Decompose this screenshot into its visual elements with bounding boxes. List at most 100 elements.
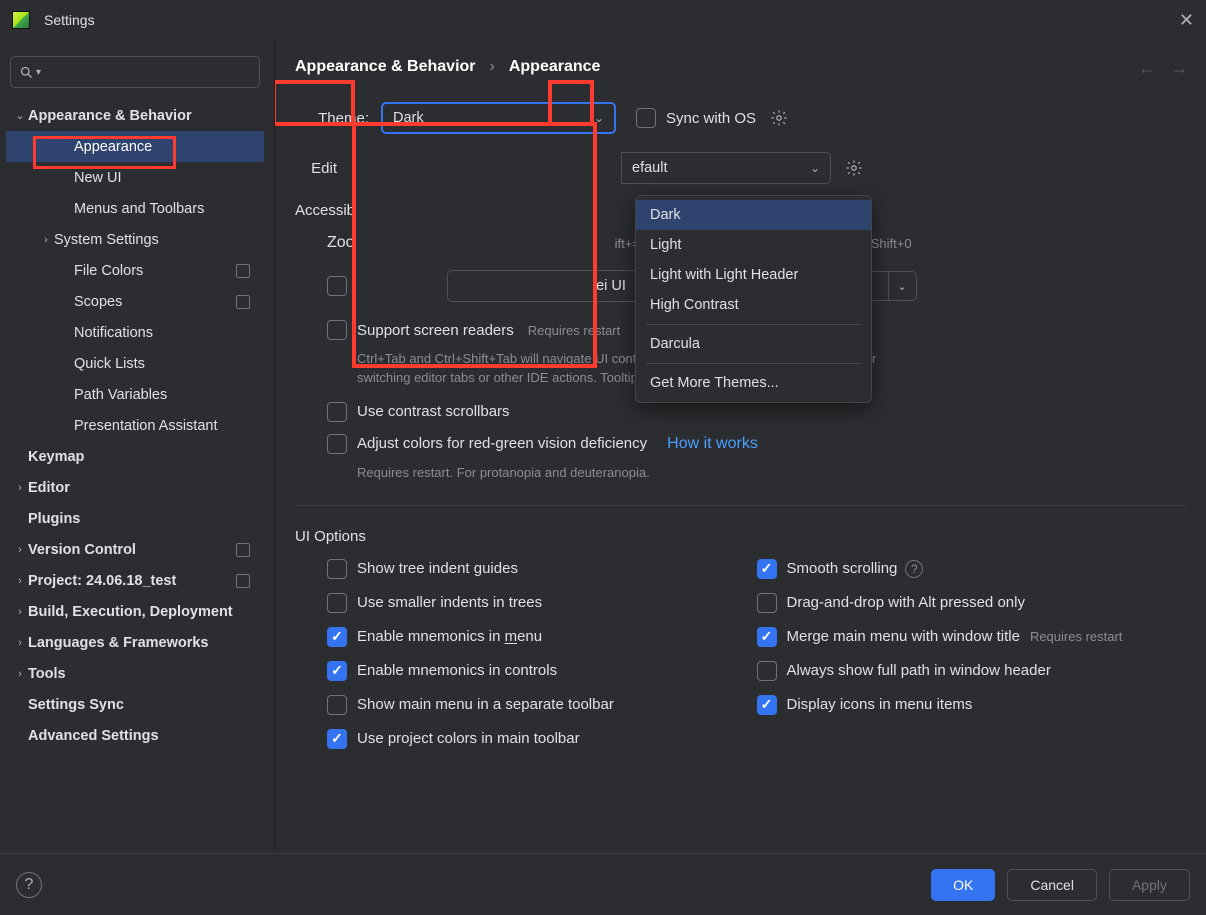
ui-option: Show tree indent guides — [327, 559, 757, 579]
sidebar-item-project-24-06-18-test[interactable]: ›Project: 24.06.18_test — [6, 565, 264, 596]
contrast-scrollbars-checkbox[interactable] — [327, 402, 347, 422]
checkbox[interactable] — [327, 559, 347, 579]
cancel-button[interactable]: Cancel — [1007, 869, 1097, 901]
search-filter-icon[interactable]: ▾ — [36, 67, 41, 78]
how-it-works-link[interactable]: How it works — [667, 435, 758, 453]
scheme-combo[interactable]: efault ⌄ — [621, 152, 831, 184]
sidebar-item-keymap[interactable]: Keymap — [6, 441, 264, 472]
option-label: Use project colors in main toolbar — [357, 730, 580, 747]
checkbox[interactable] — [757, 559, 777, 579]
sidebar-item-label: Appearance — [74, 139, 264, 155]
help-icon[interactable]: ? — [905, 560, 923, 578]
checkbox[interactable] — [327, 695, 347, 715]
sidebar-item-file-colors[interactable]: File Colors — [6, 255, 264, 286]
restart-hint: Requires restart — [528, 323, 620, 338]
ui-option: Use project colors in main toolbar — [327, 729, 757, 749]
theme-option-light[interactable]: Light — [636, 230, 871, 260]
help-icon[interactable]: ? — [16, 872, 42, 898]
scheme-label: Edit — [299, 160, 337, 177]
chevron-down-icon: ⌄ — [12, 109, 28, 122]
project-badge-icon — [236, 295, 250, 309]
colorblind-checkbox[interactable] — [327, 434, 347, 454]
nav-back-icon[interactable]: ← — [1138, 58, 1156, 79]
sidebar-item-label: Tools — [28, 666, 264, 682]
search-input[interactable]: ▾ — [10, 56, 260, 88]
chevron-down-icon: ⌄ — [810, 161, 820, 175]
option-label: Always show full path in window header — [787, 662, 1051, 679]
sidebar-item-path-variables[interactable]: Path Variables — [6, 379, 264, 410]
apply-button[interactable]: Apply — [1109, 869, 1190, 901]
checkbox[interactable] — [757, 695, 777, 715]
sidebar-item-scopes[interactable]: Scopes — [6, 286, 264, 317]
sidebar-item-build-execution-deployment[interactable]: ›Build, Execution, Deployment — [6, 596, 264, 627]
breadcrumb-separator: › — [490, 58, 495, 76]
sidebar-item-label: Keymap — [28, 449, 264, 465]
theme-option-darcula[interactable]: Darcula — [636, 329, 871, 359]
custom-font-checkbox[interactable] — [327, 276, 347, 296]
sidebar-item-label: Version Control — [28, 542, 236, 558]
chevron-right-icon: › — [12, 544, 28, 556]
theme-combo[interactable]: Dark ⌄ — [381, 102, 616, 134]
sidebar-item-label: Presentation Assistant — [74, 418, 264, 434]
ui-option: Always show full path in window header — [757, 661, 1187, 681]
option-label: Merge main menu with window title — [787, 628, 1020, 645]
project-badge-icon — [236, 543, 250, 557]
sidebar-item-new-ui[interactable]: New UI — [6, 162, 264, 193]
sidebar-item-appearance[interactable]: Appearance — [6, 131, 264, 162]
theme-option-light-header[interactable]: Light with Light Header — [636, 260, 871, 290]
theme-option-more[interactable]: Get More Themes... — [636, 368, 871, 398]
gear-icon[interactable] — [843, 157, 865, 179]
sidebar-item-system-settings[interactable]: ›System Settings — [6, 224, 264, 255]
sidebar-item-label: Settings Sync — [28, 697, 264, 713]
checkbox[interactable] — [327, 593, 347, 613]
contrast-scrollbars-label: Use contrast scrollbars — [357, 403, 510, 420]
theme-dropdown: Dark Light Light with Light Header High … — [635, 195, 872, 403]
sidebar: ▾ ⌄Appearance & Behavior Appearance New UI… — [0, 40, 275, 850]
sync-os-checkbox[interactable] — [636, 108, 656, 128]
chevron-right-icon: › — [12, 637, 28, 649]
breadcrumb-parent[interactable]: Appearance & Behavior — [295, 58, 476, 76]
checkbox[interactable] — [327, 627, 347, 647]
sidebar-item-tools[interactable]: ›Tools — [6, 658, 264, 689]
checkbox[interactable] — [757, 593, 777, 613]
sidebar-item-editor[interactable]: ›Editor — [6, 472, 264, 503]
checkbox[interactable] — [327, 729, 347, 749]
sidebar-item-appearance-behavior[interactable]: ⌄Appearance & Behavior — [6, 100, 264, 131]
theme-option-dark[interactable]: Dark — [636, 200, 871, 230]
sidebar-item-advanced-settings[interactable]: Advanced Settings — [6, 720, 264, 751]
sidebar-item-notifications[interactable]: Notifications — [6, 317, 264, 348]
nav-forward-icon[interactable]: → — [1170, 58, 1188, 79]
gear-icon[interactable] — [768, 107, 790, 129]
sidebar-item-version-control[interactable]: ›Version Control — [6, 534, 264, 565]
sidebar-item-presentation-assistant[interactable]: Presentation Assistant — [6, 410, 264, 441]
scheme-value: efault — [632, 160, 667, 176]
chevron-right-icon: › — [38, 234, 54, 246]
sidebar-item-label: Path Variables — [74, 387, 264, 403]
close-icon[interactable]: ✕ — [1179, 10, 1194, 31]
sidebar-item-label: Languages & Frameworks — [28, 635, 264, 651]
screen-readers-checkbox[interactable] — [327, 320, 347, 340]
checkbox[interactable] — [757, 661, 777, 681]
sidebar-item-settings-sync[interactable]: Settings Sync — [6, 689, 264, 720]
main-panel: Appearance & Behavior › Appearance ← → T… — [275, 40, 1206, 850]
colorblind-label: Adjust colors for red-green vision defic… — [357, 435, 647, 452]
sidebar-item-languages-frameworks[interactable]: ›Languages & Frameworks — [6, 627, 264, 658]
option-label: Display icons in menu items — [787, 696, 973, 713]
font-size-stepper[interactable]: ⌄ — [889, 271, 917, 301]
sync-os-label: Sync with OS — [666, 110, 756, 127]
checkbox[interactable] — [757, 627, 777, 647]
sidebar-item-label: Project: 24.06.18_test — [28, 573, 236, 589]
sidebar-item-quick-lists[interactable]: Quick Lists — [6, 348, 264, 379]
sidebar-item-plugins[interactable]: Plugins — [6, 503, 264, 534]
chevron-right-icon: › — [12, 668, 28, 680]
dropdown-divider — [646, 363, 861, 364]
ok-button[interactable]: OK — [931, 869, 995, 901]
breadcrumb-current: Appearance — [509, 58, 601, 76]
ui-options-heading: UI Options — [295, 505, 1186, 545]
checkbox[interactable] — [327, 661, 347, 681]
theme-option-high-contrast[interactable]: High Contrast — [636, 290, 871, 320]
theme-value: Dark — [393, 110, 424, 126]
sidebar-item-menus-and-toolbars[interactable]: Menus and Toolbars — [6, 193, 264, 224]
option-label: Enable mnemonics in controls — [357, 662, 557, 679]
font-value: ei UI — [596, 278, 626, 294]
